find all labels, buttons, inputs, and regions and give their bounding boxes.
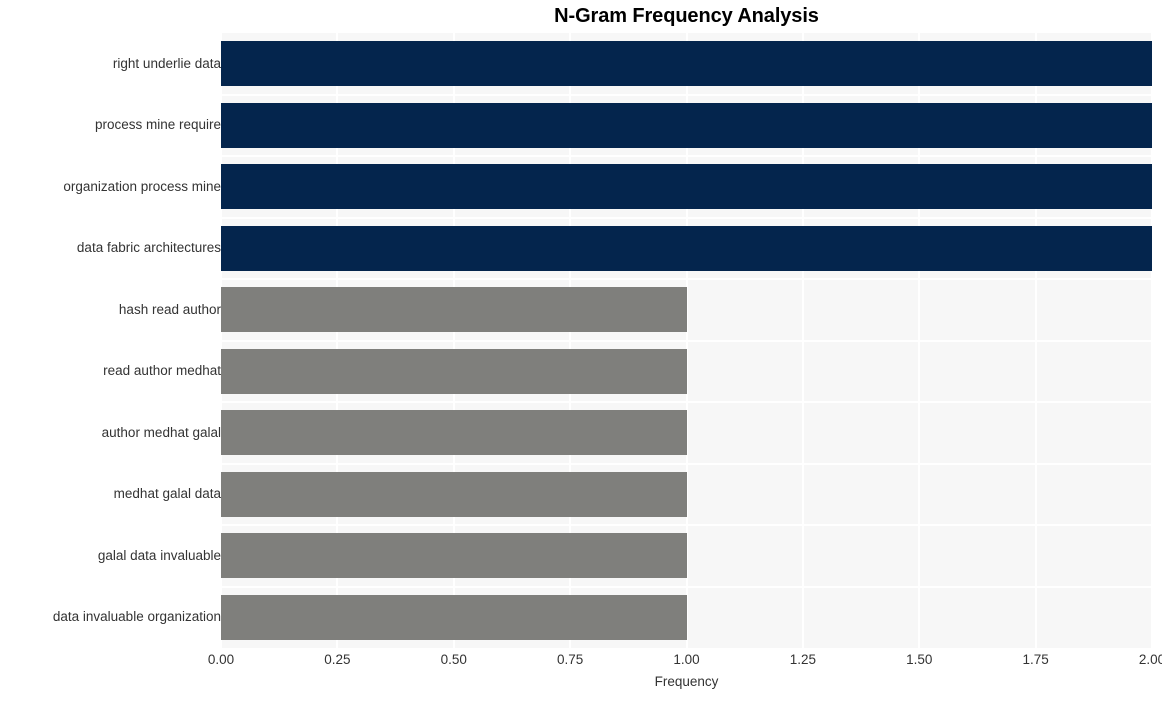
chart-title: N-Gram Frequency Analysis <box>554 5 819 27</box>
y-axis-tick-label: medhat galal data <box>113 486 221 502</box>
bar[interactable] <box>221 533 687 579</box>
y-axis-tick-label: author medhat galal <box>101 424 221 440</box>
x-axis-tick-label: 2.00 <box>1138 652 1162 667</box>
bar[interactable] <box>221 410 687 456</box>
x-axis-title: Frequency <box>654 674 719 689</box>
horizontal-gridline <box>221 216 1152 219</box>
plot-area <box>221 33 1152 648</box>
y-axis-tick-label: data fabric architectures <box>76 240 221 256</box>
x-axis-tick-label: 0.75 <box>556 652 584 667</box>
y-axis-tick-label: organization process mine <box>63 178 221 194</box>
y-axis-tick-label: hash read author <box>118 301 221 317</box>
horizontal-gridline <box>221 278 1152 280</box>
horizontal-gridline <box>221 93 1152 96</box>
horizontal-gridline <box>221 462 1152 465</box>
bar[interactable] <box>221 164 1152 210</box>
horizontal-gridline <box>221 585 1152 588</box>
y-axis-tick-label: data invaluable organization <box>52 609 221 625</box>
y-axis-tick-label: process mine require <box>94 117 221 133</box>
x-axis-tick-label: 0.50 <box>440 652 467 667</box>
horizontal-gridline <box>221 524 1152 526</box>
y-axis-tick-label: right underlie data <box>112 55 221 71</box>
bar[interactable] <box>221 471 687 517</box>
y-axis-tick-label: galal data invaluable <box>97 547 221 563</box>
bar[interactable] <box>221 287 687 333</box>
y-axis-tick-labels: right underlie data process mine require o… <box>0 33 221 648</box>
x-axis-tick-label: 1.50 <box>906 652 933 667</box>
bar[interactable] <box>221 594 687 640</box>
x-axis-tick-label: 1.75 <box>1022 652 1049 667</box>
bar[interactable] <box>221 102 1152 148</box>
x-axis-tick-label: 0.00 <box>207 652 235 667</box>
x-axis-tick-labels: 0.00 0.25 0.50 0.75 1.00 1.25 1.50 1.75 2.00 <box>208 651 1162 673</box>
x-axis-tick-label: 1.25 <box>789 652 817 667</box>
bar[interactable] <box>221 225 1152 271</box>
horizontal-gridline <box>221 339 1152 342</box>
bar[interactable] <box>221 41 1152 87</box>
y-axis-tick-label: read author medhat <box>103 363 221 379</box>
x-axis-tick-label: 1.00 <box>673 652 700 667</box>
bar[interactable] <box>221 348 687 394</box>
horizontal-gridline <box>221 155 1152 157</box>
x-axis-tick-label: 0.25 <box>324 652 351 667</box>
chart-figure: N-Gram Frequency Analysis right underlie… <box>0 0 1162 701</box>
horizontal-gridline <box>221 401 1152 403</box>
